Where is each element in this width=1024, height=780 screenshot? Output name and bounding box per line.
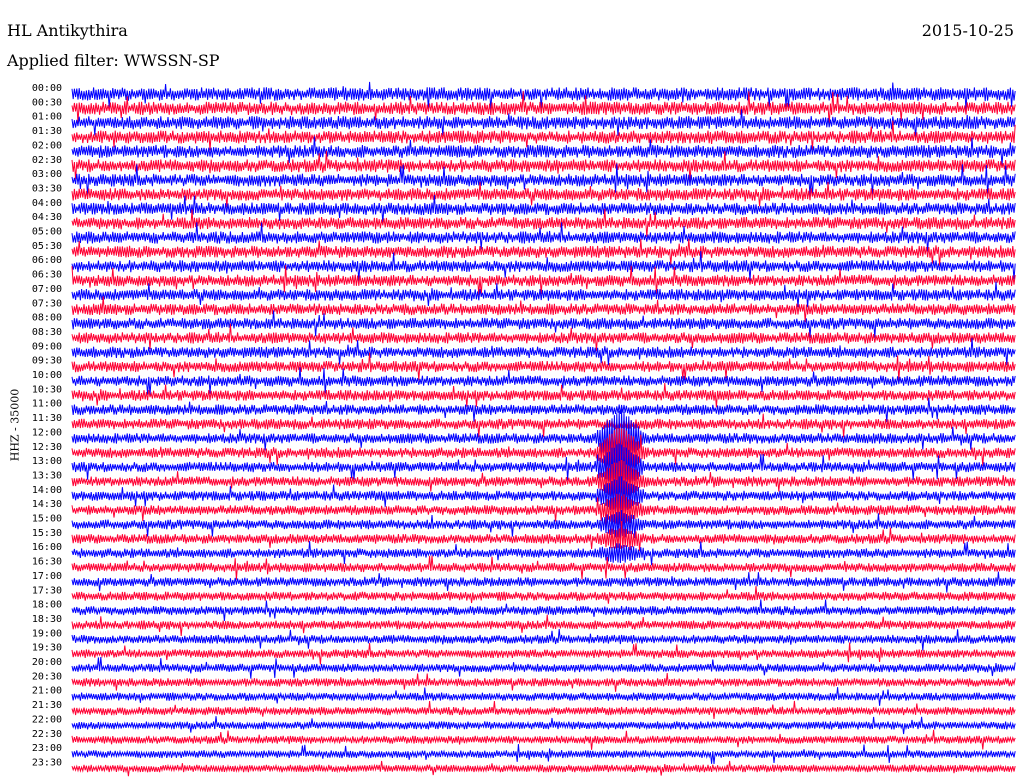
tick-label: 08:30 (32, 327, 62, 338)
tick-label: 08:00 (32, 313, 62, 324)
tick-label: 19:30 (32, 643, 62, 654)
tick-label: 00:30 (32, 97, 62, 108)
tick-label: 02:00 (32, 140, 62, 151)
tick-label: 21:30 (32, 700, 62, 711)
tick-label: 14:00 (32, 485, 62, 496)
trace-row-1600 (71, 541, 1016, 566)
trace-row-0600 (71, 250, 1016, 282)
tick-label: 17:00 (32, 571, 62, 582)
tick-label: 20:30 (32, 671, 62, 682)
trace-row-1930 (71, 642, 1016, 665)
trace-row-2330 (71, 760, 1016, 777)
trace-group (71, 81, 1016, 777)
tick-label: 09:30 (32, 356, 62, 367)
trace-row-2030 (71, 673, 1016, 692)
tick-label: 09:00 (32, 341, 62, 352)
trace-row-1730 (71, 586, 1016, 604)
tick-label: 05:30 (32, 241, 62, 252)
tick-label: 22:00 (32, 714, 62, 725)
trace-row-1000 (71, 367, 1016, 396)
trace-row-2230 (71, 729, 1016, 750)
trace-row-2200 (71, 716, 1016, 735)
trace-row-1700 (71, 571, 1016, 593)
trace-row-2130 (71, 700, 1016, 720)
trace-row-1200 (71, 408, 1016, 468)
tick-label: 03:00 (32, 169, 62, 180)
trace-row-0330 (71, 181, 1016, 208)
tick-label: 12:00 (32, 427, 62, 438)
tick-label: 10:30 (32, 384, 62, 395)
trace-row-1630 (71, 555, 1016, 580)
trace-row-2000 (71, 657, 1016, 679)
tick-label: 17:30 (32, 585, 62, 596)
trace-row-1800 (71, 599, 1016, 622)
tick-label: 01:00 (32, 112, 62, 123)
tick-label: 16:30 (32, 557, 62, 568)
tick-label: 16:00 (32, 542, 62, 553)
tick-label: 21:00 (32, 686, 62, 697)
tick-label: 15:30 (32, 528, 62, 539)
trace-row-1030 (71, 382, 1016, 408)
tick-label: 19:00 (32, 628, 62, 639)
tick-label: 15:00 (32, 514, 62, 525)
time-tick-labels: 00:00 00:30 01:00 01:30 02:00 02:30 03:00 03:30… (32, 83, 62, 768)
helicorder-plot: 00:00 00:30 01:00 01:30 02:00 02:30 03:00 03:30… (32, 81, 1016, 777)
tick-label: 14:30 (32, 499, 62, 510)
trace-row-2100 (71, 687, 1016, 706)
tick-label: 18:30 (32, 614, 62, 625)
tick-label: 10:00 (32, 370, 62, 381)
trace-row-1500 (71, 509, 1016, 540)
tick-label: 11:30 (32, 413, 62, 424)
tick-label: 01:30 (32, 126, 62, 137)
trace-row-0730 (71, 296, 1016, 323)
tick-label: 22:30 (32, 729, 62, 740)
tick-label: 12:30 (32, 442, 62, 453)
tick-label: 05:00 (32, 227, 62, 238)
tick-label: 13:00 (32, 456, 62, 467)
tick-label: 23:30 (32, 757, 62, 768)
tick-label: 06:30 (32, 270, 62, 281)
tick-label: 04:00 (32, 198, 62, 209)
tick-label: 02:30 (32, 155, 62, 166)
tick-label: 11:00 (32, 399, 62, 410)
tick-label: 06:00 (32, 255, 62, 266)
trace-row-1900 (71, 629, 1016, 651)
tick-label: 04:30 (32, 212, 62, 223)
trace-row-0930 (71, 352, 1016, 382)
trace-row-0700 (71, 281, 1016, 308)
tick-label: 18:00 (32, 600, 62, 611)
tick-label: 00:00 (32, 83, 62, 94)
tick-label: 03:30 (32, 183, 62, 194)
trace-row-1100 (71, 397, 1016, 423)
tick-label: 20:00 (32, 657, 62, 668)
tick-label: 23:00 (32, 743, 62, 754)
tick-label: 13:30 (32, 470, 62, 481)
trace-row-1830 (71, 614, 1016, 637)
trace-row-0800 (71, 310, 1016, 338)
tick-label: 07:00 (32, 284, 62, 295)
trace-row-2300 (71, 744, 1016, 765)
tick-label: 07:30 (32, 298, 62, 309)
